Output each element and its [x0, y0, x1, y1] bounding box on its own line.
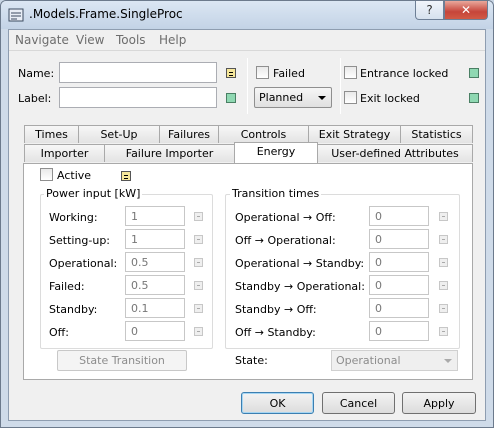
inherit-icon[interactable] [439, 327, 448, 336]
ok-button[interactable]: OK [241, 392, 314, 414]
tab-failure-importer[interactable]: Failure Importer [104, 144, 235, 162]
dialog-window: .Models.Frame.SingleProc ? ✕ Navigate Vi… [0, 0, 494, 428]
tab-set-up[interactable]: Set-Up [78, 125, 160, 143]
power-off-input[interactable]: 0 [125, 321, 185, 341]
power-failed-input[interactable]: 0.5 [125, 275, 185, 295]
inherit-icon[interactable] [194, 258, 203, 267]
tab-importer[interactable]: Importer [24, 144, 105, 162]
help-icon: ? [426, 3, 433, 17]
power-row-label: Off: [49, 326, 69, 339]
name-input[interactable] [59, 62, 217, 83]
state-select-value: Operational [336, 354, 401, 367]
tab-times[interactable]: Times [24, 125, 79, 143]
transition-standby-off-input[interactable]: 0 [369, 298, 429, 318]
power-row-label: Setting-up: [49, 234, 111, 247]
power-row-label: Failed: [49, 280, 85, 293]
header-separator-1 [247, 58, 248, 114]
energy-tab-panel: Active Power input [kW] Working: 1 Setti… [23, 163, 473, 380]
transition-row-label: Standby → Operational: [235, 280, 365, 293]
active-inherit-icon[interactable] [121, 171, 131, 181]
chevron-down-icon [318, 96, 326, 100]
active-checkbox[interactable] [40, 168, 53, 181]
exit-locked-inherit-icon[interactable] [469, 93, 479, 103]
planned-select-value: Planned [259, 91, 304, 104]
transition-operational-off-input[interactable]: 0 [369, 206, 429, 226]
transition-off-operational-input[interactable]: 0 [369, 229, 429, 249]
power-input-group-title: Power input [kW] [44, 187, 143, 200]
state-select[interactable]: Operational [331, 350, 458, 371]
power-row-label: Operational: [49, 257, 118, 270]
cancel-button[interactable]: Cancel [322, 392, 395, 414]
failed-checkbox[interactable] [256, 66, 269, 79]
tab-controls[interactable]: Controls [218, 125, 309, 143]
label-label: Label: [18, 92, 52, 105]
tab-energy[interactable]: Energy [234, 142, 318, 163]
menu-help[interactable]: Help [159, 33, 186, 47]
tab-failures[interactable]: Failures [159, 125, 219, 143]
exit-locked-label: Exit locked [360, 92, 420, 105]
transition-row-label: Operational → Off: [235, 211, 336, 224]
tab-user-defined-attributes[interactable]: User-defined Attributes [317, 144, 473, 162]
state-transition-button[interactable]: State Transition [57, 350, 187, 371]
inherit-icon[interactable] [194, 304, 203, 313]
tab-exit-strategy[interactable]: Exit Strategy [308, 125, 401, 143]
failed-label: Failed [273, 67, 305, 80]
inherit-icon[interactable] [194, 281, 203, 290]
active-label: Active [57, 169, 92, 182]
power-standby-input[interactable]: 0.1 [125, 298, 185, 318]
power-row-label: Standby: [49, 303, 98, 316]
inherit-icon[interactable] [439, 212, 448, 221]
inherit-icon[interactable] [439, 281, 448, 290]
chevron-down-icon [444, 359, 452, 363]
power-operational-input[interactable]: 0.5 [125, 252, 185, 272]
name-label: Name: [18, 67, 55, 80]
menu-view[interactable]: View [76, 33, 104, 47]
inherit-icon[interactable] [194, 327, 203, 336]
apply-button[interactable]: Apply [402, 392, 476, 414]
transition-times-group-title: Transition times [230, 187, 322, 200]
transition-row-label: Off → Operational: [235, 234, 336, 247]
entrance-locked-label: Entrance locked [360, 67, 449, 80]
inherit-icon[interactable] [194, 212, 203, 221]
transition-off-standby-input[interactable]: 0 [369, 321, 429, 341]
transition-row-label: Operational → Standby: [235, 257, 365, 270]
power-working-input[interactable]: 1 [125, 206, 185, 226]
transition-row-label: Off → Standby: [235, 326, 316, 339]
header-separator-2 [340, 58, 341, 114]
label-input[interactable] [59, 87, 217, 108]
power-setting-up-input[interactable]: 1 [125, 229, 185, 249]
inherit-icon[interactable] [194, 235, 203, 244]
help-button[interactable]: ? [415, 1, 444, 20]
entrance-locked-checkbox[interactable] [344, 66, 357, 79]
label-inherit-icon[interactable] [226, 93, 236, 103]
inherit-icon[interactable] [439, 258, 448, 267]
window-title: .Models.Frame.SingleProc [29, 7, 183, 21]
close-button[interactable]: ✕ [444, 1, 488, 20]
power-row-label: Working: [49, 211, 98, 224]
transition-operational-standby-input[interactable]: 0 [369, 252, 429, 272]
menu-bar: Navigate View Tools Help [9, 30, 485, 51]
planned-select[interactable]: Planned [254, 87, 332, 108]
title-bar[interactable]: .Models.Frame.SingleProc ? ✕ [1, 1, 493, 29]
inherit-icon[interactable] [439, 304, 448, 313]
entrance-locked-inherit-icon[interactable] [469, 68, 479, 78]
close-icon: ✕ [460, 3, 472, 17]
transition-row-label: Standby → Off: [235, 303, 317, 316]
inherit-icon[interactable] [439, 235, 448, 244]
name-inherit-icon[interactable] [226, 68, 236, 78]
menu-navigate[interactable]: Navigate [15, 33, 69, 47]
dialog-client: Navigate View Tools Help Name: Label: Fa… [8, 29, 486, 421]
exit-locked-checkbox[interactable] [344, 91, 357, 104]
menu-tools[interactable]: Tools [116, 33, 146, 47]
tab-statistics[interactable]: Statistics [400, 125, 473, 143]
app-icon [8, 8, 24, 22]
state-label: State: [235, 354, 268, 367]
transition-standby-operational-input[interactable]: 0 [369, 275, 429, 295]
